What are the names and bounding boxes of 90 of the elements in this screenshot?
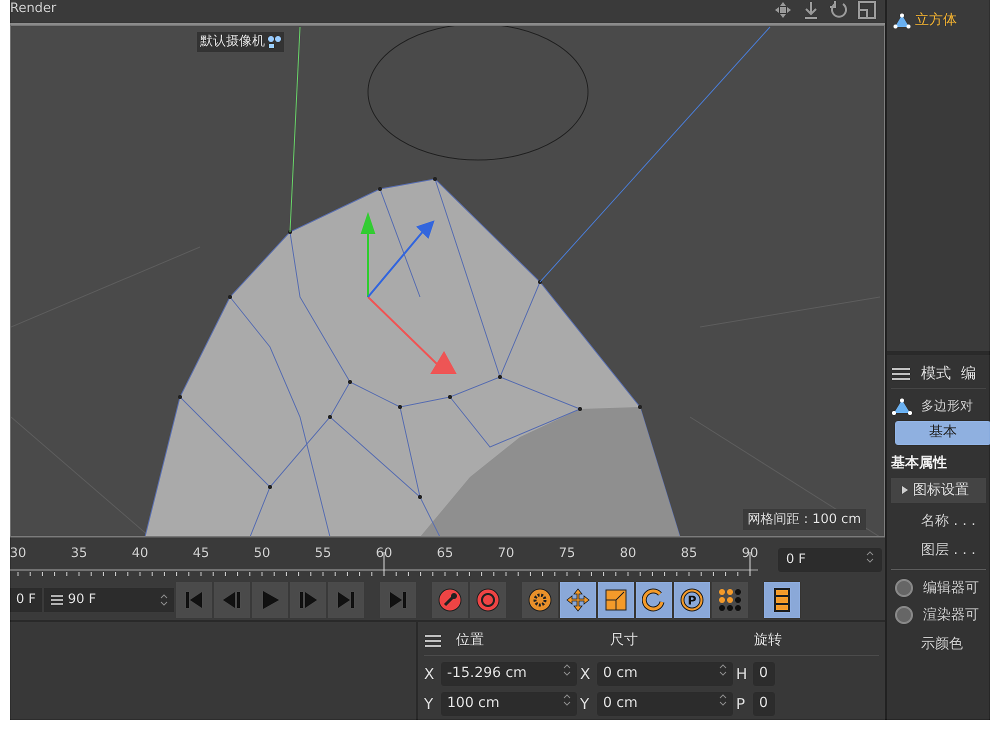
menu-icon[interactable]	[50, 594, 64, 606]
tick-label: 80	[620, 545, 636, 563]
move-button[interactable]	[560, 582, 596, 618]
tick-label: 85	[680, 545, 698, 563]
tick-label: 50	[254, 545, 270, 563]
move-icon	[566, 588, 590, 612]
axis-label: H	[736, 664, 748, 685]
position-field[interactable]: 100 cm	[441, 692, 577, 716]
grid-spacing-label: 网格间距 : 100 cm	[742, 508, 866, 530]
rotate-icon	[642, 588, 666, 612]
column-header: 旋转	[754, 631, 783, 650]
field-label: 示颜色	[920, 634, 964, 654]
menu-item[interactable]: Render	[10, 1, 56, 17]
tick-label: 65	[436, 545, 454, 563]
menu-icon[interactable]	[891, 366, 911, 380]
film-strip-button[interactable]	[764, 582, 800, 618]
spinner-icon[interactable]	[160, 593, 168, 607]
last-frame-button[interactable]	[328, 582, 364, 618]
layout-icon[interactable]	[857, 0, 877, 20]
auto-key-button[interactable]	[470, 582, 506, 618]
axis-label: X	[580, 664, 592, 685]
tick-label: 70	[498, 545, 514, 563]
radio-label: 编辑器可	[923, 578, 979, 598]
group-header[interactable]: 图标设置	[891, 478, 986, 502]
key-record-button[interactable]	[432, 582, 468, 618]
rotation-field[interactable]: 0	[753, 692, 775, 716]
tick-label: 90	[742, 545, 758, 563]
size-field[interactable]: 0 cm	[597, 662, 733, 686]
object-item[interactable]: 立方体	[893, 10, 984, 31]
field-label: 名称 . . .	[920, 512, 977, 530]
tab[interactable]: 基本	[895, 420, 990, 444]
spinner-icon[interactable]	[866, 550, 874, 564]
auto-key-icon	[476, 588, 500, 612]
rotate-button[interactable]	[636, 582, 672, 618]
rotate-view-icon[interactable]	[829, 0, 849, 20]
section-heading: 基本属性	[891, 454, 948, 472]
tick-label: 45	[192, 545, 210, 563]
tick-label: 30	[10, 545, 26, 563]
end-frame-value: 90 F	[68, 591, 98, 610]
go-to-end-button[interactable]	[380, 582, 416, 618]
previous-key-button[interactable]	[214, 582, 250, 618]
tick-label: 40	[132, 545, 148, 563]
dot-grid-button[interactable]	[712, 582, 748, 618]
object-type-label: 多边形对	[921, 398, 973, 416]
axis-label: Y	[424, 694, 434, 715]
start-frame-field[interactable]: 0 F	[10, 588, 42, 612]
axis-label: P	[736, 694, 746, 715]
tick-label: 55	[314, 545, 332, 563]
spinner-icon[interactable]	[563, 693, 571, 707]
radio-button[interactable]	[895, 606, 913, 624]
gear-button[interactable]	[522, 582, 558, 618]
radio-label: 渲染器可	[923, 606, 979, 624]
scale-icon	[604, 588, 628, 612]
column-header: 尺寸	[610, 631, 639, 650]
polygon-object-icon	[891, 398, 913, 416]
gear-icon	[528, 588, 552, 612]
camera-label: 默认摄像机	[200, 33, 265, 51]
triangle-icon[interactable]	[901, 485, 909, 495]
dot-grid-icon	[718, 588, 742, 612]
spinner-icon[interactable]	[719, 693, 727, 707]
key-record-icon	[438, 588, 462, 612]
object-label: 立方体	[915, 11, 957, 30]
spinner-icon[interactable]	[719, 663, 727, 677]
column-header: 位置	[456, 631, 485, 650]
parameter-icon: P	[680, 588, 704, 612]
spinner-icon[interactable]	[563, 663, 571, 677]
current-frame-field[interactable]: 0 F	[778, 548, 882, 572]
play-button[interactable]	[252, 582, 288, 618]
menu-item[interactable]: 编	[961, 362, 976, 385]
move-view-icon[interactable]	[773, 0, 793, 20]
scale-button[interactable]	[598, 582, 634, 618]
menu-icon[interactable]	[424, 634, 442, 648]
position-field[interactable]: -15.296 cm	[441, 662, 577, 686]
next-key-button[interactable]	[290, 582, 326, 618]
radio-button[interactable]	[895, 579, 913, 597]
polygon-object-icon	[893, 12, 911, 28]
axis-label: X	[424, 664, 436, 685]
parameter-button[interactable]: P	[674, 582, 710, 618]
axis-label: Y	[580, 694, 590, 715]
menu-item[interactable]: 模式	[921, 362, 951, 385]
timeline-ruler[interactable]: 30 35 40 45 50 55 60 65 70 75 80 85 90	[10, 538, 770, 578]
tick-label: 75	[558, 545, 576, 563]
field-label: 图层 . . .	[920, 540, 977, 560]
first-frame-button[interactable]	[176, 582, 212, 618]
size-field[interactable]: 0 cm	[597, 692, 733, 716]
tick-label: 60	[376, 545, 392, 563]
tick-label: 35	[70, 545, 88, 563]
camera-icon	[267, 34, 281, 49]
end-frame-field[interactable]: 90 F	[44, 588, 174, 612]
rotation-field[interactable]: 0	[753, 662, 775, 686]
